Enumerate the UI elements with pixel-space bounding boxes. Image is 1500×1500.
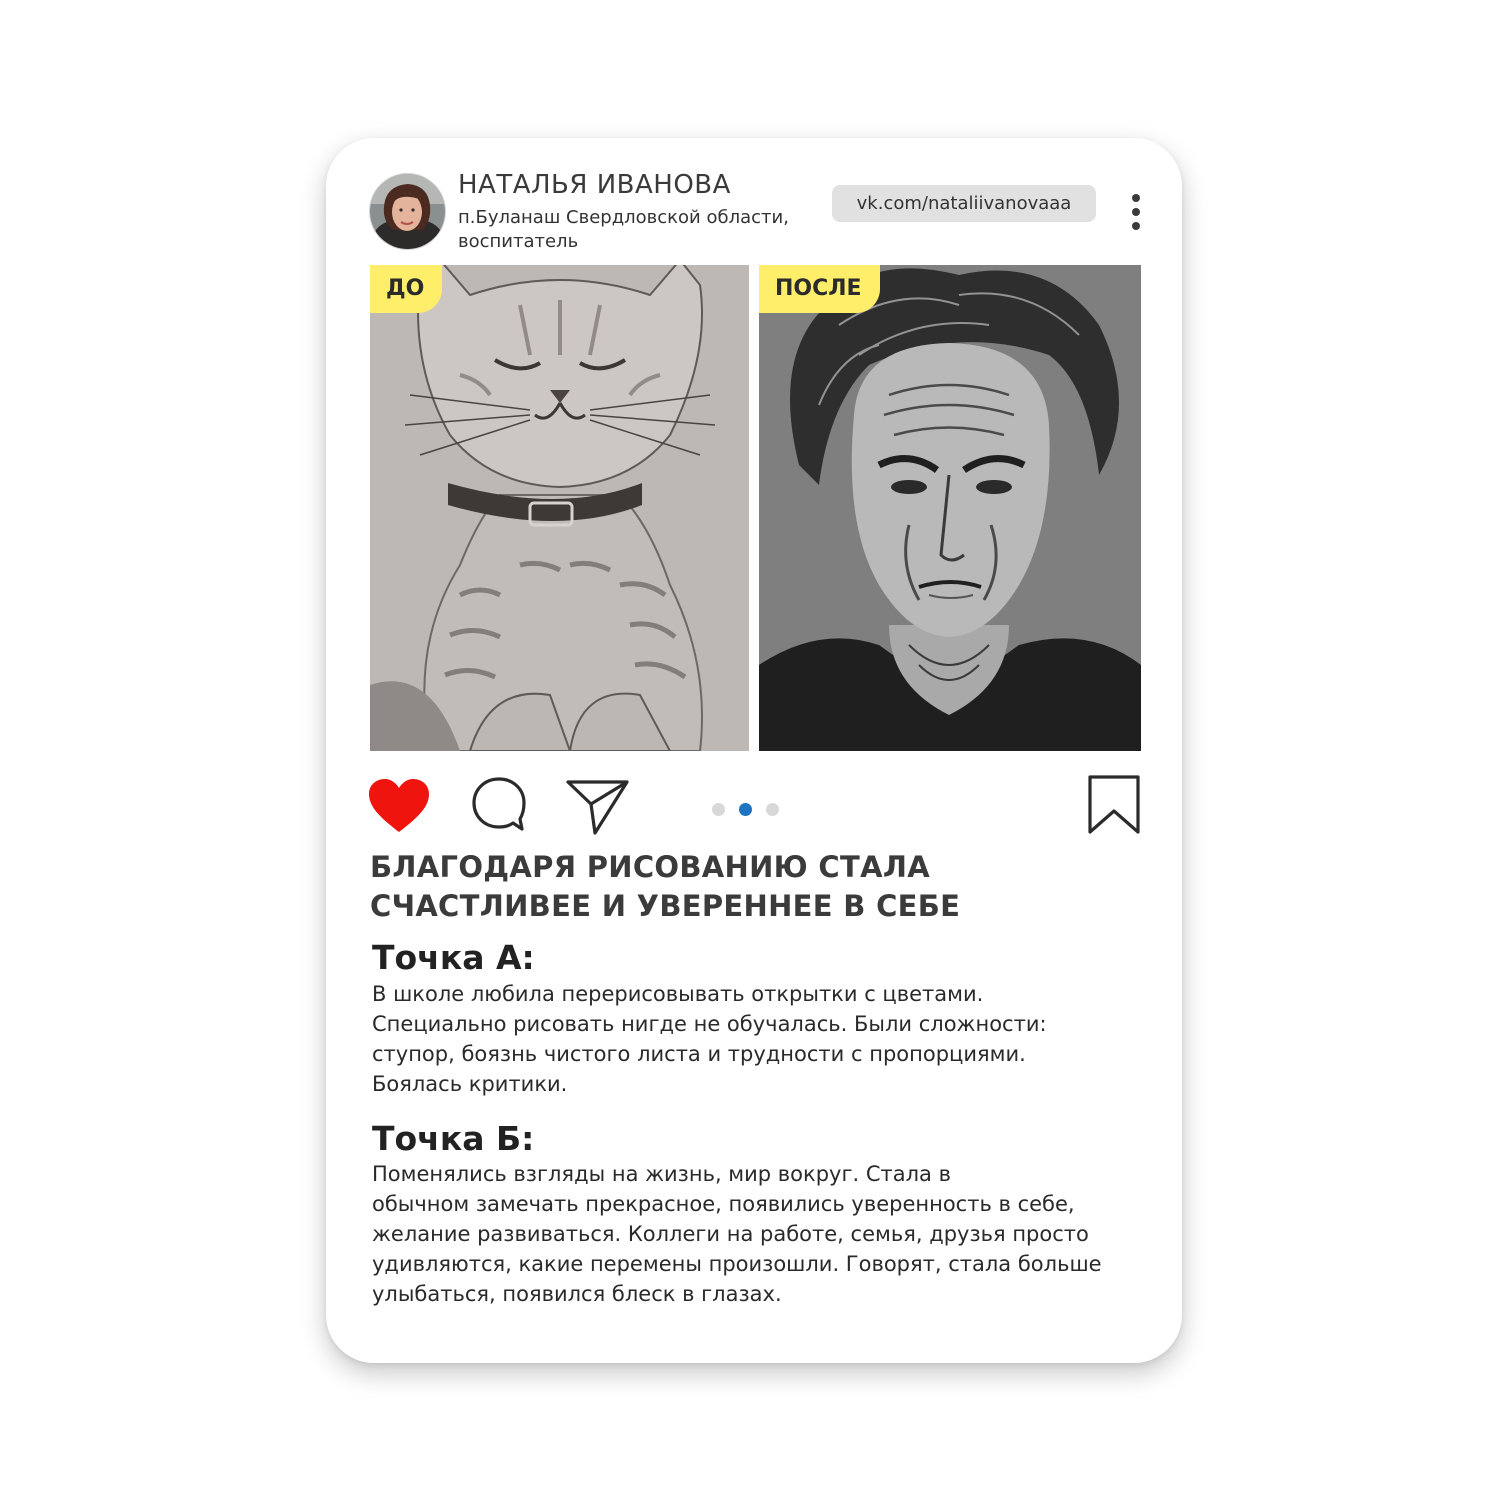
section-b-title: Точка Б:	[372, 1119, 535, 1158]
text-line: удивляются, какие перемены произошли. Го…	[372, 1252, 1102, 1276]
bookmark-icon[interactable]	[1088, 775, 1140, 839]
post-card: НАТАЛЬЯ ИВАНОВА п.Буланаш Свердловской о…	[326, 138, 1182, 1363]
profile-link-button[interactable]: vk.com/nataliivanovaaa	[832, 185, 1096, 222]
author-name[interactable]: НАТАЛЬЯ ИВАНОВА	[458, 170, 731, 200]
post-headline: БЛАГОДАРЯ РИСОВАНИЮ СТАЛА СЧАСТЛИВЕЕ И У…	[370, 848, 1150, 926]
section-a-title: Точка А:	[372, 938, 535, 977]
after-label: ПОСЛЕ	[759, 265, 880, 313]
avatar-photo	[370, 174, 445, 249]
text-line: ступор, боязнь чистого листа и трудности…	[372, 1042, 1026, 1066]
carousel-dot[interactable]	[766, 803, 779, 816]
comment-icon[interactable]	[470, 775, 528, 837]
author-location: п.Буланаш Свердловской области,	[458, 207, 789, 228]
carousel-dot-active[interactable]	[739, 803, 752, 816]
carousel-indicator	[712, 803, 782, 817]
paper-plane-icon[interactable]	[566, 778, 630, 840]
heart-icon[interactable]	[368, 778, 430, 838]
carousel-dot[interactable]	[712, 803, 725, 816]
section-a-text: В школе любила перерисовывать открытки с…	[372, 979, 1172, 1099]
text-line: обычном замечать прекрасное, появились у…	[372, 1192, 1075, 1216]
text-line: желание развиваться. Коллеги на работе, …	[372, 1222, 1089, 1246]
author-info: п.Буланаш Свердловской области, воспитат…	[458, 206, 838, 254]
author-occupation: воспитатель	[458, 231, 579, 252]
text-line: улыбаться, появился блеск в глазах.	[372, 1282, 782, 1306]
avatar[interactable]	[370, 174, 445, 249]
text-line: Специально рисовать нигде не обучалась. …	[372, 1012, 1047, 1036]
text-line: Поменялись взгляды на жизнь, мир вокруг.…	[372, 1162, 951, 1186]
before-photo[interactable]: ДО	[370, 265, 749, 751]
text-line: Боялась критики.	[372, 1072, 568, 1096]
after-photo[interactable]: ПОСЛЕ	[759, 265, 1141, 751]
section-b-text: Поменялись взгляды на жизнь, мир вокруг.…	[372, 1159, 1172, 1309]
headline-line: БЛАГОДАРЯ РИСОВАНИЮ СТАЛА	[370, 850, 930, 884]
more-options-icon[interactable]	[1122, 192, 1150, 232]
cat-drawing-image	[370, 265, 749, 751]
portrait-drawing-image	[759, 265, 1141, 751]
before-label: ДО	[370, 265, 443, 313]
headline-line: СЧАСТЛИВЕЕ И УВЕРЕННЕЕ В СЕБЕ	[370, 889, 961, 923]
text-line: В школе любила перерисовывать открытки с…	[372, 982, 984, 1006]
